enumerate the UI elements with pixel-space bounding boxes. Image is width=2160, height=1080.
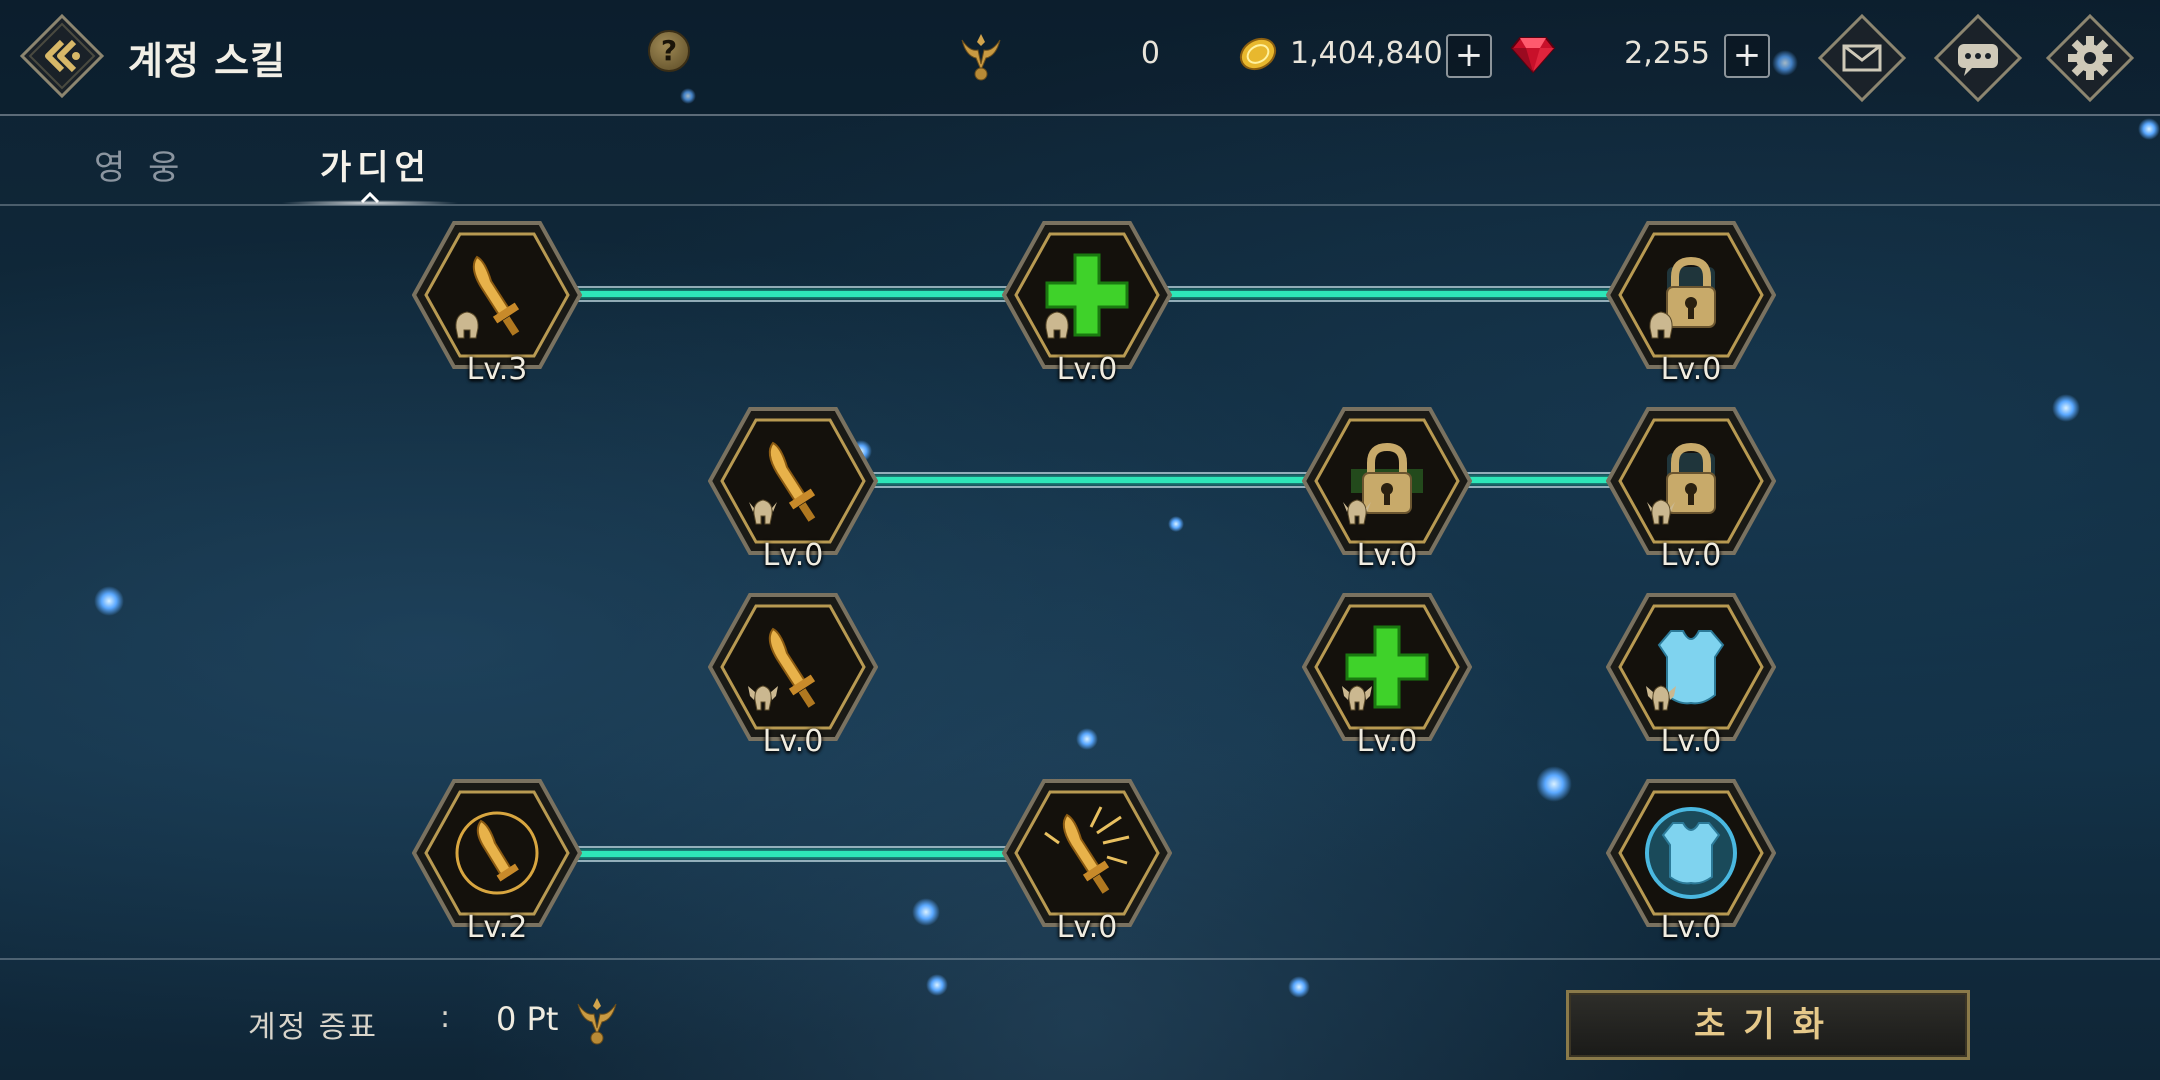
sword-skill-r1c1[interactable]: Lv.3 [412, 220, 582, 387]
horned-helmet-icon [749, 499, 777, 525]
skill-level: Lv.0 [1356, 538, 1418, 573]
chat-icon [1933, 13, 2023, 103]
gold-amount: 1,404,840 [1290, 36, 1443, 71]
back-icon [19, 13, 105, 99]
background-star [94, 586, 124, 616]
skill-level: Lv.0 [762, 724, 824, 759]
gold-coin-icon [1239, 37, 1277, 71]
ruby-gem-icon [1510, 37, 1556, 74]
background-star [1168, 516, 1184, 532]
connector-r2-a [866, 472, 1316, 488]
emblem-icon [961, 34, 1001, 81]
sword-burst-skill-r4c2[interactable]: Lv.0 [1002, 778, 1172, 945]
skill-level: Lv.2 [466, 910, 528, 945]
armor-ring-icon [1645, 807, 1737, 899]
sword-ring-icon [455, 811, 539, 895]
reset-button[interactable]: 초기화 [1566, 990, 1970, 1060]
winged-helmet-icon [748, 685, 778, 711]
armor-skill-r3c3[interactable]: Lv.0 [1606, 592, 1776, 759]
background-star [2138, 118, 2160, 140]
page-title: 계정 스킬 [128, 39, 287, 83]
mail-button[interactable] [1816, 12, 1908, 104]
skill-level: Lv.0 [1660, 910, 1722, 945]
heal-skill-r3c2[interactable]: Lv.0 [1302, 592, 1472, 759]
emblem-count: 0 [1140, 36, 1160, 71]
background-star [912, 898, 940, 926]
add-gem-button[interactable]: + [1724, 34, 1770, 78]
background-star [1536, 766, 1572, 802]
connector-r4-a [570, 846, 1016, 862]
help-button[interactable]: ? [648, 30, 690, 72]
helmet-icon [1045, 311, 1069, 339]
locked-skill-r2c3[interactable]: Lv.0 [1606, 406, 1776, 573]
sword-skill-r3c1[interactable]: Lv.0 [708, 592, 878, 759]
skill-level: Lv.3 [466, 352, 528, 387]
background-star [1288, 976, 1310, 998]
horned-helmet-icon [1647, 499, 1675, 525]
skill-level: Lv.0 [1056, 352, 1118, 387]
locked-skill-r2c2[interactable]: Lv.0 [1302, 406, 1472, 573]
caret-up-icon [360, 192, 380, 204]
tab-guardian[interactable]: 가디언 [320, 140, 432, 189]
back-button[interactable] [18, 12, 106, 100]
winged-helmet-icon [1342, 685, 1372, 711]
gear-icon [2045, 13, 2135, 103]
account-token-points: 0 Pt [496, 1000, 559, 1038]
background-star [926, 974, 948, 996]
winged-helmet-icon [1646, 685, 1676, 711]
sword-ring-skill-r4c1[interactable]: Lv.2 [412, 778, 582, 945]
connector-r2-b [1458, 472, 1618, 488]
background-star [1076, 728, 1098, 750]
gem-amount: 2,255 [1624, 36, 1710, 71]
skill-level: Lv.0 [1356, 724, 1418, 759]
account-token-colon: : [440, 1000, 451, 1035]
chat-button[interactable] [1932, 12, 2024, 104]
helmet-icon [455, 311, 479, 339]
connector-r1-a [570, 286, 1016, 302]
add-gold-button[interactable]: + [1446, 34, 1492, 78]
emblem-icon [577, 998, 617, 1045]
sword-burst-icon [1044, 806, 1130, 894]
skill-level: Lv.0 [1660, 724, 1722, 759]
connector-r1-b [1158, 286, 1618, 302]
skill-level: Lv.0 [762, 538, 824, 573]
mail-icon [1817, 13, 1907, 103]
tab-hero[interactable]: 영 웅 [94, 140, 185, 189]
horned-helmet-icon [1343, 499, 1371, 525]
armor-ring-skill-r4c3[interactable]: Lv.0 [1606, 778, 1776, 945]
skill-level: Lv.0 [1660, 538, 1722, 573]
footer-divider [0, 958, 2160, 960]
helmet-icon [1649, 311, 1673, 339]
background-star [2052, 394, 2080, 422]
account-token-label: 계정 증표 [248, 1010, 378, 1045]
sword-skill-r2c1[interactable]: Lv.0 [708, 406, 878, 573]
skill-level: Lv.0 [1660, 352, 1722, 387]
settings-button[interactable] [2044, 12, 2136, 104]
skill-level: Lv.0 [1056, 910, 1118, 945]
top-bar: 계정 스킬 ? 0 1,404,840 + 2,255 + [0, 0, 2160, 116]
locked-skill-r1c3[interactable]: Lv.0 [1606, 220, 1776, 387]
heal-skill-r1c2[interactable]: Lv.0 [1002, 220, 1172, 387]
